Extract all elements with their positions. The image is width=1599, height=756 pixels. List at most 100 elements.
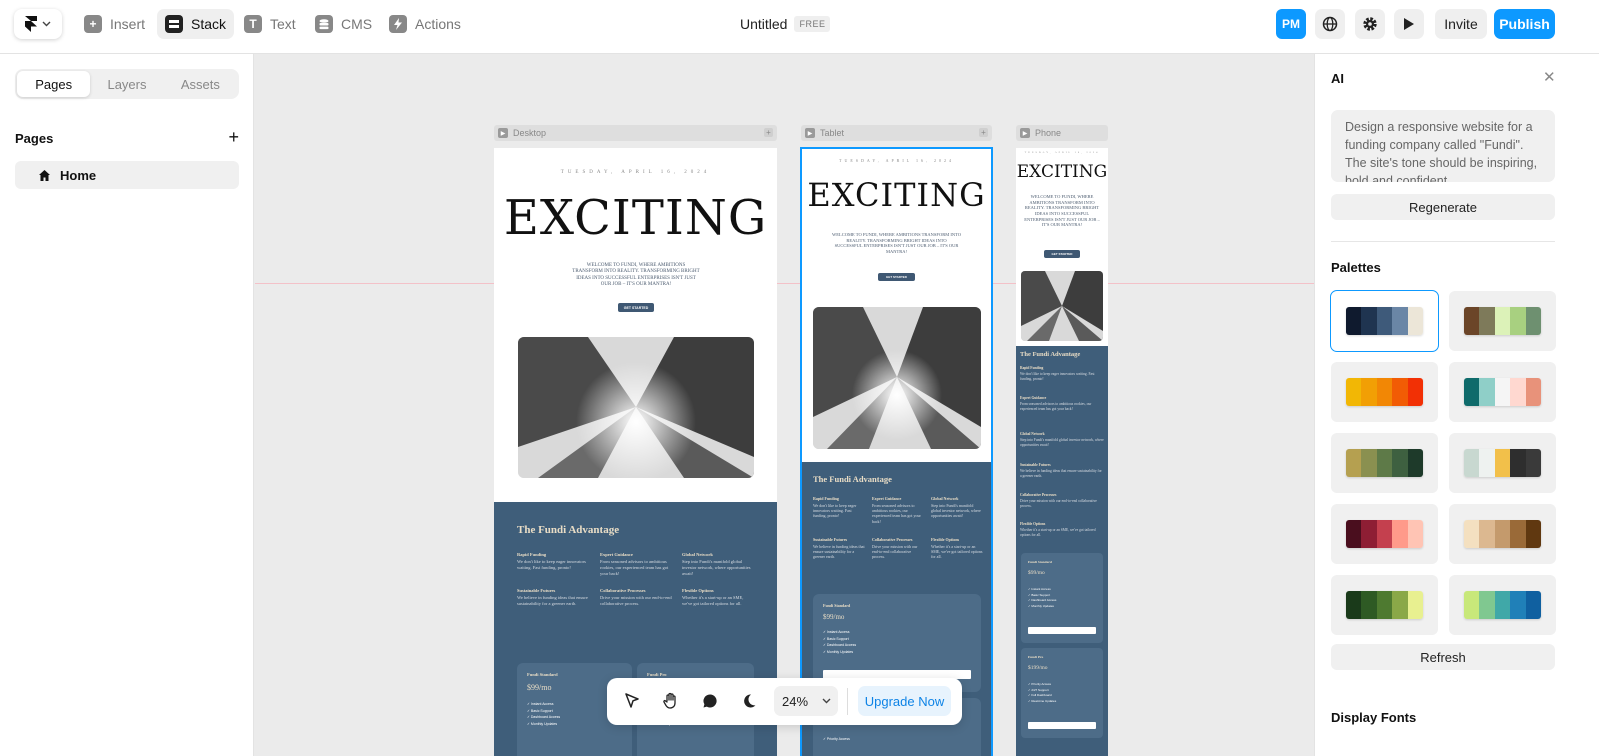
palette-color <box>1510 591 1526 619</box>
feature-item: Expert Guidance From seasoned advisors to… <box>872 496 921 524</box>
add-page-icon[interactable]: + <box>228 128 239 146</box>
desktop-frame[interactable]: TUESDAY, APRIL 16, 2024 EXCITING WELCOME… <box>494 148 777 756</box>
palette-color <box>1392 520 1408 548</box>
palette-color <box>1361 307 1377 335</box>
toolbar-divider <box>847 688 848 715</box>
palette-option[interactable] <box>1449 504 1556 564</box>
palette-option[interactable] <box>1449 575 1556 635</box>
palette-color <box>1464 378 1480 406</box>
upgrade-now-button[interactable]: Upgrade Now <box>858 686 951 716</box>
globe-icon <box>1322 16 1338 32</box>
plan-button[interactable] <box>1028 722 1096 729</box>
framer-menu-button[interactable] <box>14 9 62 39</box>
play-icon: ▶ <box>1020 128 1030 138</box>
text-button[interactable]: T Text <box>236 9 304 39</box>
palette-swatch <box>1346 449 1423 477</box>
globe-button[interactable] <box>1315 9 1345 39</box>
tab-assets[interactable]: Assets <box>164 71 237 97</box>
palette-option[interactable] <box>1331 433 1438 493</box>
site-cta-button[interactable]: GET STARTED <box>618 303 654 312</box>
select-tool-button[interactable] <box>621 690 643 712</box>
palette-swatch <box>1464 307 1541 335</box>
palette-color <box>1376 520 1393 548</box>
palette-option[interactable] <box>1449 291 1556 351</box>
plan-features: ✓ Instant Access ✓ Basic Support ✓ Dashb… <box>527 702 561 726</box>
plan-price: $99/mo <box>527 683 552 692</box>
hand-tool-button[interactable] <box>660 690 682 712</box>
palette-color <box>1479 449 1495 477</box>
palette-option[interactable] <box>1331 575 1438 635</box>
publish-button[interactable]: Publish <box>1494 9 1555 39</box>
plan-button[interactable] <box>1028 627 1096 634</box>
zoom-select[interactable]: 24% <box>774 686 838 716</box>
site-hero-title: EXCITING <box>503 190 768 246</box>
comment-tool-button[interactable] <box>699 690 721 712</box>
frame-label-desktop[interactable]: ▶ Desktop + <box>494 125 777 141</box>
regenerate-button[interactable]: Regenerate <box>1331 194 1555 220</box>
site-advantage-section: The Fundi Advantage Rapid Funding We don'… <box>1016 346 1108 756</box>
ai-prompt-field[interactable]: Design a responsive website for a fundin… <box>1331 110 1555 182</box>
feature-item: Sustainable Futures We believe in funding… <box>813 537 865 560</box>
advantage-title: The Fundi Advantage <box>517 524 620 536</box>
add-breakpoint-icon[interactable]: + <box>979 128 988 137</box>
play-icon: ▶ <box>498 128 508 138</box>
site-date: TUESDAY, APRIL 16, 2024 <box>1024 151 1100 154</box>
palette-color <box>1525 591 1541 619</box>
pages-section-header: Pages + <box>15 128 239 146</box>
chevron-down-icon <box>822 698 831 704</box>
palette-option[interactable] <box>1331 362 1438 422</box>
frame-label-text: Tablet <box>820 128 845 138</box>
user-avatar[interactable]: PM <box>1276 9 1306 39</box>
palette-color <box>1376 591 1393 619</box>
refresh-palettes-button[interactable]: Refresh <box>1331 644 1555 670</box>
frame-label-phone[interactable]: ▶ Phone <box>1016 125 1108 141</box>
page-item-home[interactable]: Home <box>15 161 239 189</box>
palette-option[interactable] <box>1449 433 1556 493</box>
plan-features: ✓ Priority Access ✓ 24/7 Support ✓ Full … <box>1028 682 1057 704</box>
feature-item: Collaborative Processes Drive your missio… <box>872 537 918 560</box>
feature-item: Sustainable Futures We believe in funding… <box>1020 463 1102 478</box>
play-icon <box>1404 18 1414 30</box>
lightning-icon <box>389 15 407 33</box>
tab-pages[interactable]: Pages <box>17 71 91 97</box>
feature-item: Rapid Funding We don't like to keep eager… <box>1020 366 1095 381</box>
top-toolbar: + Insert Stack T Text CMS Actions Untitl… <box>0 0 1599 54</box>
palette-option[interactable] <box>1330 290 1439 352</box>
tablet-frame[interactable]: TUESDAY, APRIL 16, 2024 EXCITING WELCOME… <box>800 147 993 756</box>
palette-color <box>1361 591 1377 619</box>
theme-toggle-button[interactable] <box>738 690 760 712</box>
plus-icon: + <box>84 15 102 33</box>
add-breakpoint-icon[interactable]: + <box>764 128 773 137</box>
frame-label-tablet[interactable]: ▶ Tablet + <box>801 125 992 141</box>
palette-swatch <box>1464 449 1541 477</box>
actions-label: Actions <box>415 16 461 32</box>
phone-frame[interactable]: TUESDAY, APRIL 16, 2024 EXCITING WELCOME… <box>1016 148 1108 756</box>
tab-layers[interactable]: Layers <box>90 71 163 97</box>
canvas[interactable]: ▶ Desktop + ▶ Tablet + ▶ Phone TUESDAY, … <box>255 54 1314 756</box>
palette-color <box>1392 591 1408 619</box>
palette-color <box>1479 378 1495 406</box>
invite-button[interactable]: Invite <box>1435 9 1487 39</box>
preview-button[interactable] <box>1394 9 1424 39</box>
stack-button[interactable]: Stack <box>157 9 235 39</box>
palette-option[interactable] <box>1449 362 1556 422</box>
feature-item: Sustainable Futures We believe in funding… <box>517 588 588 606</box>
palette-color <box>1392 449 1408 477</box>
palette-color <box>1392 307 1408 335</box>
site-cta-button[interactable]: GET STARTED <box>878 273 915 281</box>
settings-button[interactable] <box>1355 9 1385 39</box>
actions-button[interactable]: Actions <box>381 9 469 39</box>
document-title[interactable]: Untitled FREE <box>740 16 831 32</box>
insert-button[interactable]: + Insert <box>76 9 153 39</box>
divider <box>1331 241 1555 242</box>
palette-swatch <box>1346 307 1423 335</box>
ai-panel: AI ✕ Design a responsive website for a f… <box>1314 54 1599 756</box>
text-label: Text <box>270 16 296 32</box>
site-cta-button[interactable]: GET STARTED <box>1044 250 1080 258</box>
palette-color <box>1510 307 1526 335</box>
cms-button[interactable]: CMS <box>307 9 380 39</box>
stack-label: Stack <box>191 16 227 32</box>
close-icon[interactable]: ✕ <box>1543 68 1556 86</box>
site-hero-image <box>813 307 981 449</box>
palette-option[interactable] <box>1331 504 1438 564</box>
